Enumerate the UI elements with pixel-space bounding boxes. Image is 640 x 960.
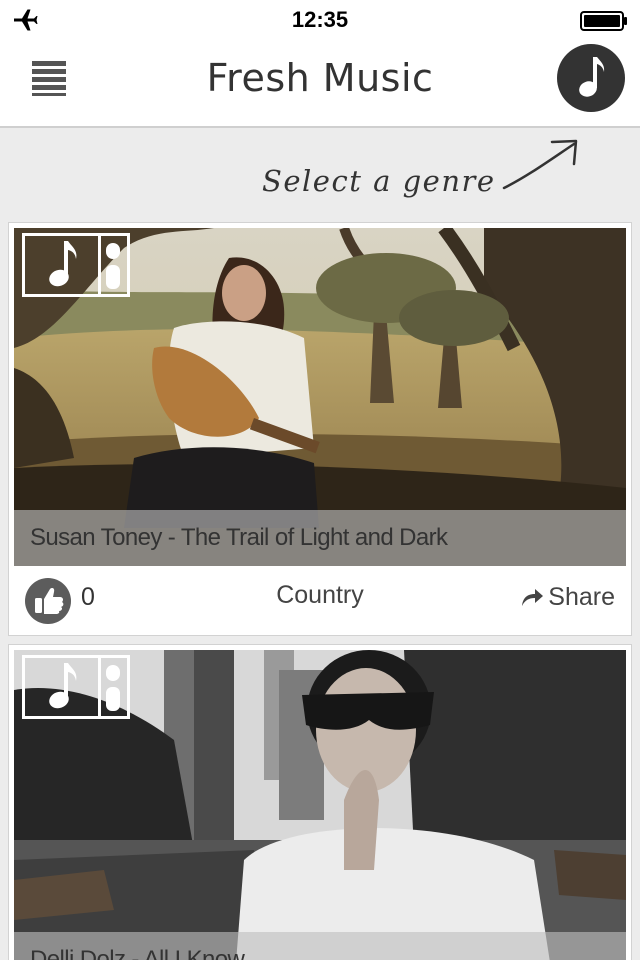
share-arrow-icon: [522, 589, 544, 606]
video-thumbnail[interactable]: Delli Dolz - All I Know: [14, 650, 626, 960]
music-video-icon: [22, 655, 130, 719]
video-caption-bar: Susan Toney - The Trail of Light and Dar…: [14, 510, 626, 566]
video-title: Susan Toney - The Trail of Light and Dar…: [30, 524, 448, 551]
music-video-icon: [22, 233, 130, 297]
battery-icon: [580, 11, 627, 31]
page-title: Fresh Music: [206, 56, 434, 100]
status-bar: 12:35: [0, 0, 640, 40]
status-time: 12:35: [291, 7, 349, 32]
video-caption-bar: Delli Dolz - All I Know: [14, 932, 626, 960]
music-note-icon: [579, 57, 605, 97]
video-card[interactable]: Susan Toney - The Trail of Light and Dar…: [8, 222, 632, 636]
hand-drawn-arrow-icon: [502, 139, 578, 190]
nav-bar: Fresh Music: [0, 40, 640, 128]
genre-selector-button[interactable]: [557, 44, 625, 112]
select-genre-hint: Select a genre: [262, 164, 496, 198]
share-button[interactable]: Share: [520, 581, 615, 613]
share-label: Share: [548, 582, 615, 611]
card-actions: 0 Country Share: [9, 566, 631, 635]
video-title: Delli Dolz - All I Know: [30, 946, 245, 960]
video-card[interactable]: Delli Dolz - All I Know: [8, 644, 632, 960]
video-thumbnail[interactable]: Susan Toney - The Trail of Light and Dar…: [14, 228, 626, 566]
